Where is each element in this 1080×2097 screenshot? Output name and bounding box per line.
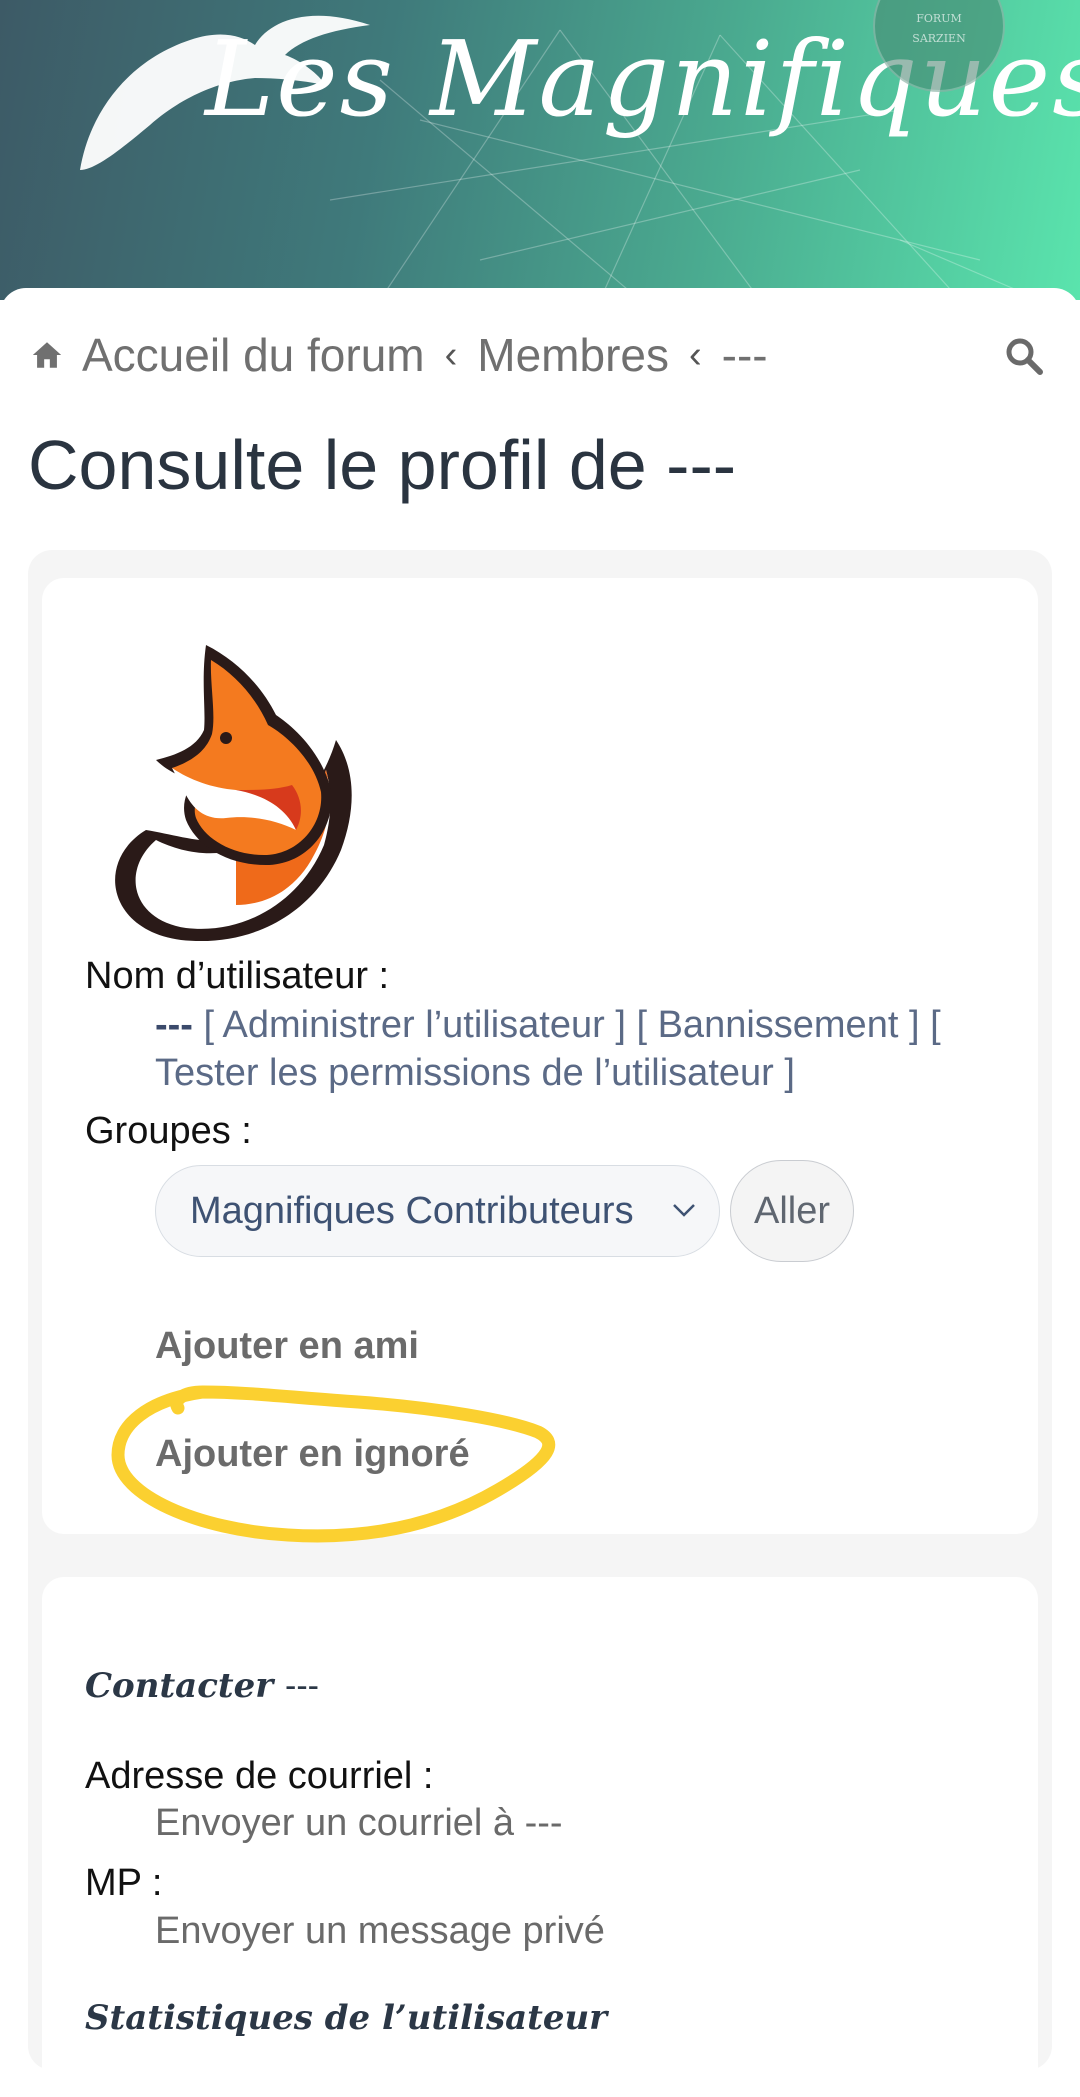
badge-text-top: FORUM xyxy=(916,12,962,25)
pm-label: MP : xyxy=(85,1862,163,1904)
contact-title: Contacter --- xyxy=(85,1666,319,1706)
email-label: Adresse de courriel : xyxy=(85,1755,434,1797)
fox-avatar xyxy=(115,645,352,942)
chevron-down-icon xyxy=(673,1204,695,1217)
groups-label: Groupes : xyxy=(85,1110,252,1152)
username-line: --- [ Administrer l’utilisateur ] [ Bann… xyxy=(155,1004,941,1047)
breadcrumb-separator: ‹ xyxy=(688,333,702,376)
test-permissions-link[interactable]: Tester les permissions de l’utilisateur … xyxy=(155,1052,795,1094)
add-friend-link[interactable]: Ajouter en ami xyxy=(155,1325,419,1368)
breadcrumb-user[interactable]: --- xyxy=(722,328,768,382)
username-value[interactable]: --- xyxy=(155,1004,193,1046)
home-icon[interactable] xyxy=(30,338,64,372)
group-select[interactable]: Magnifiques Contributeurs xyxy=(155,1165,720,1257)
pm-link[interactable]: Envoyer un message privé xyxy=(155,1910,605,1953)
page-title: Consulte le profil de --- xyxy=(28,426,737,504)
forum-banner[interactable]: Les Magnifiques FORUM SARZIEN xyxy=(0,0,1080,300)
breadcrumb: Accueil du forum ‹ Membres ‹ --- xyxy=(30,328,768,382)
email-link[interactable]: Envoyer un courriel à --- xyxy=(155,1802,563,1845)
breadcrumb-home[interactable]: Accueil du forum xyxy=(82,328,425,382)
contact-title-user: --- xyxy=(285,1667,319,1705)
admin-user-link[interactable]: [ Administrer l’utilisateur ] xyxy=(204,1004,626,1046)
username-label: Nom d’utilisateur : xyxy=(85,955,390,997)
stats-title: Statistiques de l’utilisateur xyxy=(85,1998,608,2038)
breadcrumb-separator: ‹ xyxy=(444,333,458,376)
permissions-line: Tester les permissions de l’utilisateur … xyxy=(155,1052,795,1095)
breadcrumb-members[interactable]: Membres xyxy=(477,328,669,382)
contact-title-text: Contacter xyxy=(85,1666,274,1706)
highlight-annotation xyxy=(111,1385,556,1543)
go-button[interactable]: Aller xyxy=(730,1160,854,1262)
ban-user-link[interactable]: [ Bannissement ] xyxy=(636,1004,919,1046)
group-select-value: Magnifiques Contributeurs xyxy=(190,1189,634,1232)
search-icon[interactable] xyxy=(1004,336,1044,376)
badge-text-bottom: SARZIEN xyxy=(912,32,966,45)
permissions-link-open[interactable]: [ xyxy=(930,1004,941,1046)
